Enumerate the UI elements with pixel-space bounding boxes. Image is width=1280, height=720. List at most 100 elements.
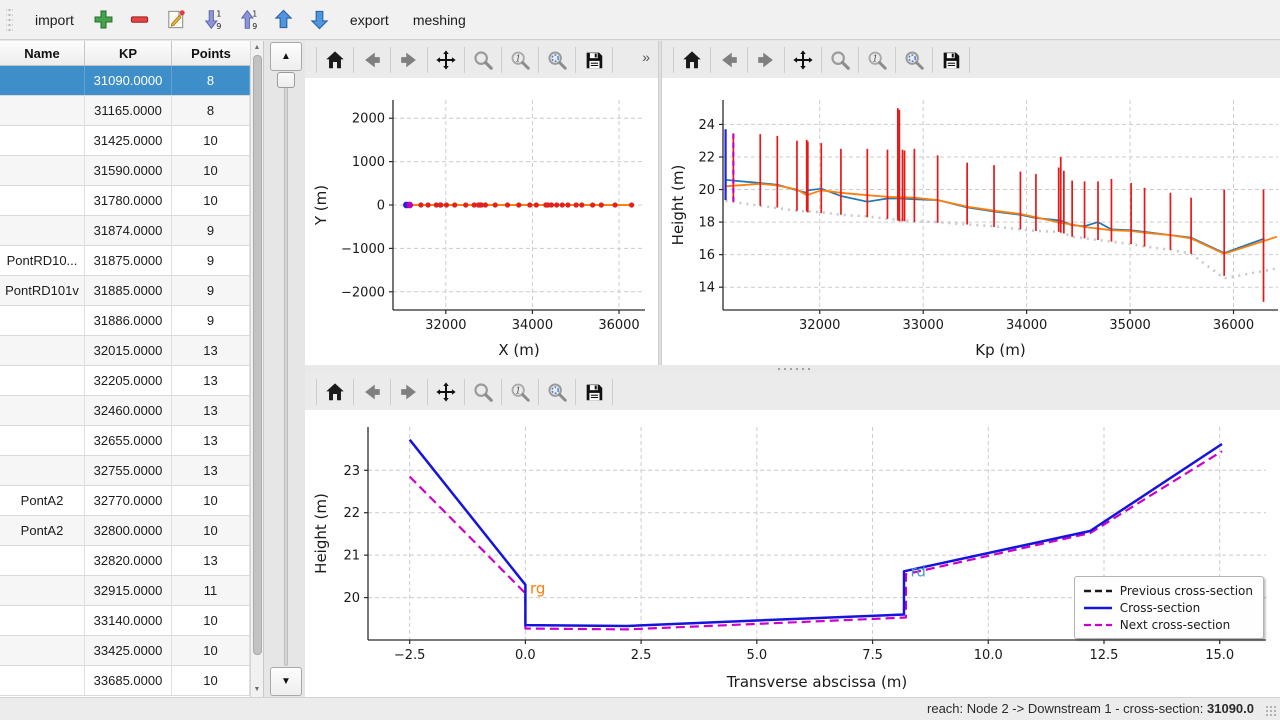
table-row[interactable]: PontRD10...31875.00009 <box>0 246 250 276</box>
svg-text:21: 21 <box>343 549 360 564</box>
cross-section-points <box>534 202 539 207</box>
back-button[interactable] <box>357 45 387 75</box>
save-button[interactable] <box>579 377 609 407</box>
zoom-one-button[interactable]: 1 <box>862 45 892 75</box>
table-row[interactable]: 31590.000010 <box>0 156 250 186</box>
cross-section-view-canvas: rgrd−2.50.02.55.07.510.012.515.020212223… <box>305 410 1280 697</box>
cell-kp: 33140.0000 <box>85 606 172 635</box>
table-row[interactable]: 31165.00008 <box>0 96 250 126</box>
cross-section-plot[interactable]: rgrd−2.50.02.55.07.510.012.515.020212223… <box>305 410 1280 697</box>
column-header-name[interactable]: Name <box>0 41 85 65</box>
table-scroll-down-button[interactable]: ▼ <box>251 683 263 696</box>
edit-icon[interactable] <box>161 5 191 35</box>
zoom-sync-button[interactable] <box>542 377 572 407</box>
sort-descending-icon[interactable]: 19 <box>197 5 227 35</box>
column-header-kp[interactable]: KP <box>85 41 172 65</box>
plan-view-plot[interactable]: 320003400036000−2000−1000010002000X (m)Y… <box>305 78 658 365</box>
zoom-button[interactable] <box>468 377 498 407</box>
forward-button[interactable] <box>751 45 781 75</box>
zoom-one-button[interactable]: 1 <box>505 45 535 75</box>
export-button[interactable]: export <box>340 6 399 34</box>
cell-points: 8 <box>172 66 250 95</box>
window-resize-grip[interactable] <box>1265 705 1277 717</box>
svg-text:12.5: 12.5 <box>1090 648 1119 663</box>
svg-text:1: 1 <box>217 9 222 19</box>
add-icon[interactable] <box>89 5 119 35</box>
cell-points: 13 <box>172 336 250 365</box>
home-button[interactable] <box>320 45 350 75</box>
table-row[interactable]: 32755.000013 <box>0 456 250 486</box>
sort-descending-icon: 19 <box>200 8 223 31</box>
pan-button[interactable] <box>788 45 818 75</box>
table-row[interactable]: 33425.000010 <box>0 636 250 666</box>
longitudinal-profile-plot[interactable]: 3200033000340003500036000141618202224Kp … <box>662 78 1280 365</box>
table-row[interactable]: 31886.00009 <box>0 306 250 336</box>
table-row[interactable]: 32015.000013 <box>0 336 250 366</box>
slider-up-button[interactable]: ▲ <box>270 42 302 71</box>
move-up-icon[interactable] <box>269 5 299 35</box>
svg-text:22: 22 <box>343 506 360 521</box>
save-button[interactable] <box>936 45 966 75</box>
table-row[interactable]: 32460.000013 <box>0 396 250 426</box>
zoom-one-button[interactable]: 1 <box>505 377 535 407</box>
svg-text:Y (m): Y (m) <box>312 185 330 226</box>
cell-name <box>0 396 85 425</box>
forward-button[interactable] <box>394 377 424 407</box>
pan-button[interactable] <box>431 377 461 407</box>
table-row[interactable]: 32655.000013 <box>0 426 250 456</box>
back-button[interactable] <box>714 45 744 75</box>
table-row[interactable]: 32820.000013 <box>0 546 250 576</box>
back-button[interactable] <box>357 377 387 407</box>
next-point <box>406 202 413 209</box>
table-scrollbar[interactable]: ▲ ▼ <box>250 41 263 697</box>
forward-icon <box>398 49 420 71</box>
table-row[interactable]: 33140.000010 <box>0 606 250 636</box>
column-header-points[interactable]: Points <box>172 41 250 65</box>
cross-section-points <box>560 202 565 207</box>
zoom-sync-button[interactable] <box>542 45 572 75</box>
cell-kp: 32460.0000 <box>85 396 172 425</box>
toolbar-separator <box>575 379 576 405</box>
table-row[interactable]: 32915.000011 <box>0 576 250 606</box>
zoom-button[interactable] <box>468 45 498 75</box>
table-scrollbar-thumb[interactable] <box>253 55 262 655</box>
import-button[interactable]: import <box>25 6 84 34</box>
svg-text:14: 14 <box>698 281 715 296</box>
table-row[interactable]: 31425.000010 <box>0 126 250 156</box>
table-row[interactable]: PontA232800.000010 <box>0 516 250 546</box>
table-row[interactable]: PontA232770.000010 <box>0 486 250 516</box>
table-row[interactable]: 31874.00009 <box>0 216 250 246</box>
table-row[interactable]: 31090.00008 <box>0 66 250 96</box>
forward-button[interactable] <box>394 45 424 75</box>
toolbar-grip-handle[interactable] <box>6 7 13 33</box>
slider-down-button[interactable]: ▼ <box>270 667 302 696</box>
zoom-sync-button[interactable] <box>899 45 929 75</box>
sort-ascending-icon[interactable]: 19 <box>233 5 263 35</box>
cell-points: 10 <box>172 666 250 695</box>
home-button[interactable] <box>677 45 707 75</box>
home-button[interactable] <box>320 377 350 407</box>
table-row[interactable]: 33685.000010 <box>0 666 250 696</box>
toolbar-extension-button[interactable]: » <box>642 49 650 65</box>
move-down-icon[interactable] <box>305 5 335 35</box>
table-row[interactable]: PontRD101v31885.00009 <box>0 276 250 306</box>
remove-icon[interactable] <box>125 5 155 35</box>
svg-text:23: 23 <box>343 464 360 479</box>
meshing-button[interactable]: meshing <box>403 6 476 34</box>
save-button[interactable] <box>579 45 609 75</box>
cross-section-points <box>444 202 449 207</box>
table-row[interactable]: 32205.000013 <box>0 366 250 396</box>
table-scroll-up-button[interactable]: ▲ <box>251 41 263 54</box>
cell-name <box>0 96 85 125</box>
zoom-sync-icon <box>546 49 568 71</box>
splitter-handle[interactable] <box>776 367 810 371</box>
pan-button[interactable] <box>431 45 461 75</box>
section-slider-handle[interactable] <box>277 72 295 88</box>
zoom-button[interactable] <box>825 45 855 75</box>
move-down-icon <box>308 8 331 31</box>
section-slider-track[interactable] <box>284 78 288 666</box>
horizontal-splitter[interactable] <box>305 365 1280 373</box>
table-row[interactable]: 31780.000010 <box>0 186 250 216</box>
cross-section-points <box>452 202 457 207</box>
cell-kp: 31590.0000 <box>85 156 172 185</box>
